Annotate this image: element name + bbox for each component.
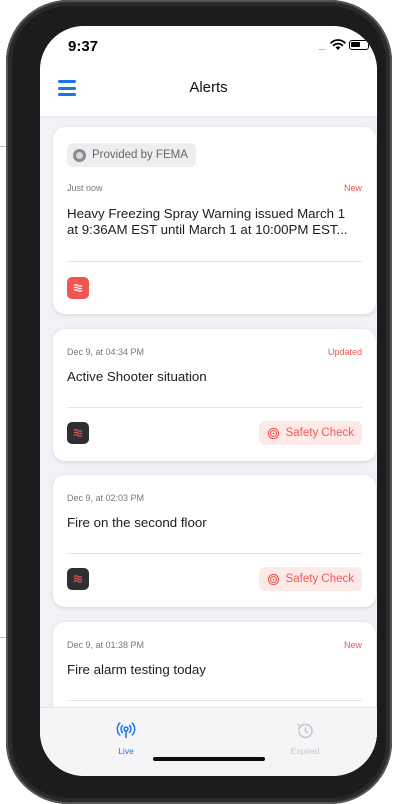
battery-icon [349, 40, 372, 50]
fema-seal-icon [73, 148, 86, 162]
safety-check-button[interactable]: Safety Check [258, 567, 362, 591]
safety-check-label: Safety Check [285, 573, 354, 585]
alert-message: Heavy Freezing Spray Warning issued Marc… [67, 206, 364, 238]
alerts-list[interactable]: Provided by FEMA Just now New Heavy Free… [40, 117, 377, 707]
alert-message-line: at 9:36AM EST until March 1 at 10:00PM E… [67, 222, 348, 237]
status-time: 9:37 [68, 38, 99, 55]
alert-waves-icon [67, 277, 89, 299]
safety-check-button[interactable]: Safety Check [258, 421, 362, 445]
card-divider [67, 261, 362, 262]
tab-expired-label: Expired [290, 746, 320, 756]
alert-timestamp: Dec 9, at 02:03 PM [67, 493, 145, 503]
alert-timestamp: Dec 9, at 01:38 PM [67, 640, 145, 650]
fingerprint-icon [267, 573, 279, 585]
tab-expired[interactable]: Expired [275, 722, 335, 756]
signal-icon: ..... [318, 42, 326, 52]
alert-timestamp: Just now [67, 183, 103, 193]
wifi-icon [330, 39, 346, 50]
alert-status-tag: New [343, 640, 362, 650]
alert-card[interactable]: Dec 9, at 04:34 PM Updated Active Shoote… [53, 329, 376, 461]
page-title: Alerts [189, 79, 228, 96]
tab-bar: Live Expired [40, 707, 377, 776]
alert-message: Fire on the second floor [67, 515, 207, 530]
provider-badge: Provided by FEMA [67, 143, 196, 167]
safety-check-label: Safety Check [285, 427, 354, 439]
app-screen: 9:37 ..... Alerts Provided by FEMA Just … [40, 26, 377, 776]
broadcast-icon [116, 722, 136, 738]
phone-frame: 9:37 ..... Alerts Provided by FEMA Just … [6, 0, 392, 804]
alert-status-tag: New [343, 183, 362, 193]
tab-live[interactable]: Live [96, 722, 156, 756]
card-divider [67, 700, 362, 701]
provider-label: Provided by FEMA [92, 149, 188, 161]
alert-waves-icon [67, 422, 89, 444]
fingerprint-icon [267, 427, 279, 439]
alert-card[interactable]: Dec 9, at 02:03 PM Fire on the second fl… [53, 475, 376, 607]
alert-message-line: Heavy Freezing Spray Warning issued Marc… [67, 206, 346, 221]
alert-waves-icon [67, 568, 89, 590]
app-header: Alerts [40, 66, 377, 117]
status-bar: 9:37 ..... [40, 26, 377, 66]
history-icon [297, 723, 313, 739]
alert-card[interactable]: Dec 9, at 01:38 PM New Fire alarm testin… [53, 622, 376, 707]
alert-timestamp: Dec 9, at 04:34 PM [67, 347, 145, 357]
home-indicator[interactable] [153, 757, 265, 761]
alert-message: Fire alarm testing today [67, 662, 206, 677]
alert-message: Active Shooter situation [67, 369, 207, 384]
card-divider [67, 407, 362, 408]
alert-status-tag: Updated [327, 347, 362, 357]
alert-card[interactable]: Provided by FEMA Just now New Heavy Free… [53, 127, 376, 314]
tab-live-label: Live [118, 746, 134, 756]
card-divider [67, 553, 362, 554]
